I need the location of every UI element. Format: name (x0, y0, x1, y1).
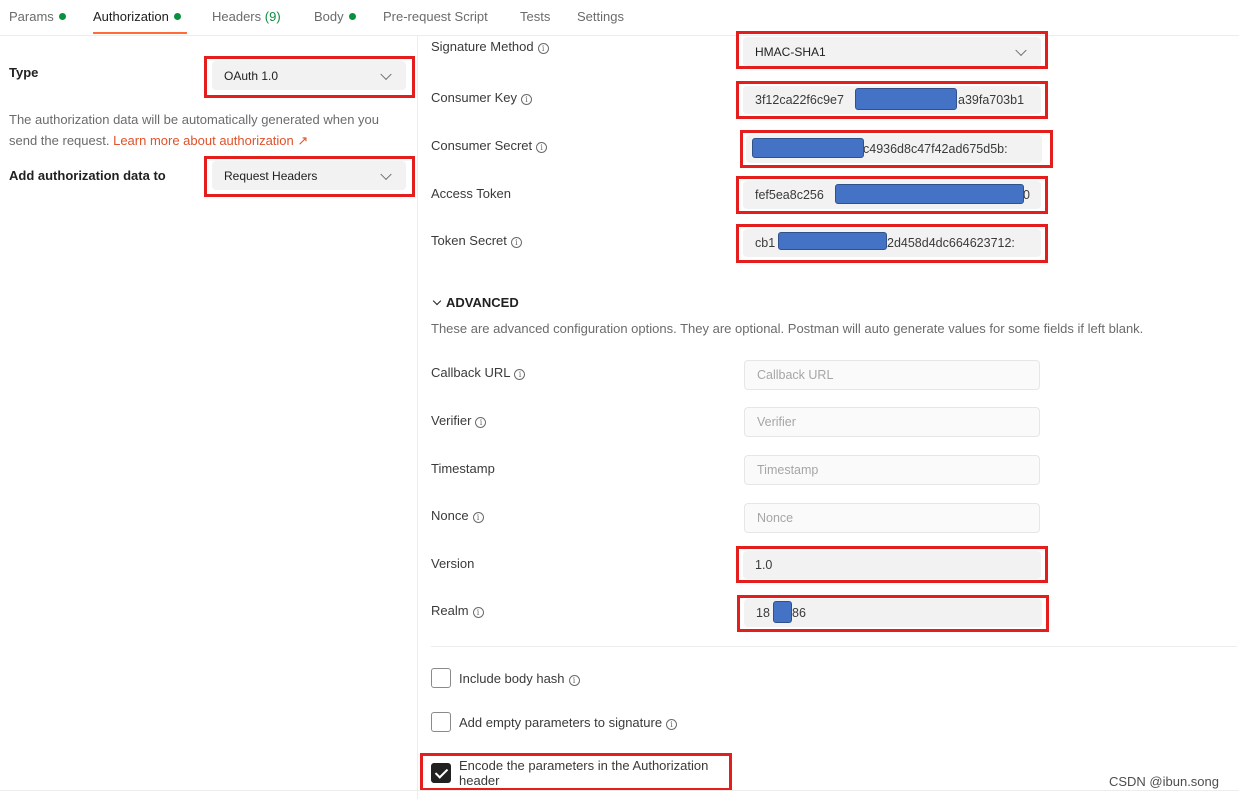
signature-method-value: HMAC-SHA1 (755, 44, 826, 59)
add-empty-params-label: Add empty parameters to signature i (459, 715, 678, 730)
auth-type-select[interactable]: OAuth 1.0 (212, 61, 406, 90)
access-token-label: Access Token (431, 186, 511, 201)
verifier-label: Verifier i (431, 413, 487, 428)
timestamp-input[interactable]: Timestamp (744, 455, 1040, 485)
auth-type-value: OAuth 1.0 (224, 68, 279, 83)
callback-url-label: Callback URL i (431, 365, 526, 380)
nonce-input[interactable]: Nonce (744, 503, 1040, 533)
pane-divider (417, 36, 418, 799)
watermark-text: CSDN @ibun.song (1108, 774, 1219, 789)
redaction-mark (752, 138, 864, 158)
tab-authorization[interactable]: Authorization (93, 9, 181, 24)
callback-url-input[interactable]: Callback URL (744, 360, 1040, 390)
chevron-down-icon (1015, 44, 1027, 56)
redaction-mark (835, 184, 1024, 204)
nonce-placeholder: Nonce (757, 511, 794, 525)
timestamp-placeholder: Timestamp (757, 463, 819, 477)
advanced-heading: ADVANCED (446, 295, 519, 310)
advanced-description: These are advanced configuration options… (431, 321, 1144, 336)
realm-value-end: 86 (792, 606, 806, 620)
tab-tests[interactable]: Tests (520, 9, 550, 24)
realm-value-start: 18 (756, 606, 770, 620)
chevron-down-icon (432, 296, 442, 306)
token-secret-input[interactable]: cb1 2d458d4dc664623712: (743, 229, 1041, 257)
type-label: Type (9, 65, 39, 80)
active-tab-indicator (93, 32, 187, 34)
consumer-key-label: Consumer Key i (431, 90, 532, 105)
tab-tests-label: Tests (520, 9, 551, 24)
tab-params[interactable]: Params (9, 9, 66, 24)
realm-label: Realm i (431, 603, 484, 618)
info-icon[interactable]: i (514, 369, 526, 380)
verifier-placeholder: Verifier (757, 415, 796, 429)
redaction-mark (773, 601, 792, 623)
consumer-secret-value-end: c4936d8c47f42ad675d5b: (863, 142, 1008, 156)
include-body-hash-checkbox[interactable] (431, 668, 451, 688)
chevron-down-icon (380, 68, 392, 80)
tab-pre-request-script[interactable]: Pre-request Script (383, 9, 488, 24)
tab-headers[interactable]: Headers (9) (212, 9, 281, 24)
redaction-mark (855, 88, 957, 110)
redaction-mark (778, 232, 887, 250)
advanced-section-toggle[interactable]: ADVANCED (431, 295, 519, 310)
auth-description: The authorization data will be automatic… (9, 109, 409, 151)
status-dot-icon (58, 13, 66, 20)
token-secret-value-start: cb1 (755, 236, 776, 250)
token-secret-label: Token Secret i (431, 233, 522, 248)
tab-headers-label: Headers (212, 9, 262, 24)
add-auth-data-value: Request Headers (224, 168, 318, 183)
nonce-label: Nonce i (431, 508, 484, 523)
signature-method-label: Signature Method i (431, 39, 549, 54)
add-empty-params-checkbox[interactable] (431, 712, 451, 732)
info-icon[interactable]: i (666, 719, 678, 730)
info-icon[interactable]: i (537, 43, 549, 54)
tab-settings-label: Settings (577, 9, 624, 24)
info-icon[interactable]: i (472, 512, 484, 523)
version-value: 1.0 (755, 558, 773, 572)
consumer-secret-input[interactable]: c4936d8c47f42ad675d5b: (746, 135, 1042, 163)
encode-params-label: Encode the parameters in the Authorizati… (459, 758, 709, 788)
request-tabs: Params Authorization Headers (9) Body Pr… (0, 0, 1239, 36)
tab-authorization-label: Authorization (93, 9, 169, 24)
info-icon[interactable]: i (510, 237, 522, 248)
access-token-value-start: fef5ea8c256 (755, 188, 824, 202)
tab-pre-request-script-label: Pre-request Script (383, 9, 488, 24)
tab-params-label: Params (9, 9, 54, 24)
info-icon[interactable]: i (568, 675, 580, 686)
consumer-secret-label: Consumer Secret i (431, 138, 548, 153)
access-token-value-end: 0 (1023, 188, 1030, 202)
access-token-input[interactable]: fef5ea8c256 0 (743, 181, 1041, 209)
version-input[interactable]: 1.0 (743, 551, 1041, 579)
realm-input[interactable]: 18 86 (744, 599, 1042, 627)
signature-method-select[interactable]: HMAC-SHA1 (743, 37, 1041, 66)
add-auth-data-select[interactable]: Request Headers (212, 161, 406, 190)
timestamp-label: Timestamp (431, 461, 495, 476)
tab-headers-count: (9) (264, 9, 281, 24)
section-divider (431, 646, 1237, 647)
tab-body-label: Body (314, 9, 344, 24)
callback-url-placeholder: Callback URL (757, 368, 834, 382)
verifier-input[interactable]: Verifier (744, 407, 1040, 437)
info-icon[interactable]: i (475, 417, 487, 428)
chevron-down-icon (380, 168, 392, 180)
consumer-key-input[interactable]: 3f12ca22f6c9e7 a39fa703b1 (743, 86, 1041, 114)
info-icon[interactable]: i (472, 607, 484, 618)
include-body-hash-label: Include body hash i (459, 671, 580, 686)
info-icon[interactable]: i (520, 94, 532, 105)
token-secret-value-end: 2d458d4dc664623712: (887, 236, 1015, 250)
encode-params-checkbox[interactable] (431, 763, 451, 783)
info-icon[interactable]: i (536, 142, 548, 153)
status-dot-icon (348, 13, 356, 20)
learn-more-link[interactable]: Learn more about authorization ↗ (113, 133, 308, 148)
status-dot-icon (173, 13, 181, 20)
consumer-key-value-end: a39fa703b1 (958, 93, 1025, 107)
add-auth-data-label: Add authorization data to (9, 168, 166, 183)
tab-body[interactable]: Body (314, 9, 356, 24)
version-label: Version (431, 556, 475, 571)
tab-settings[interactable]: Settings (577, 9, 624, 24)
bottom-border (0, 790, 1239, 791)
consumer-key-value-start: 3f12ca22f6c9e7 (755, 93, 844, 107)
